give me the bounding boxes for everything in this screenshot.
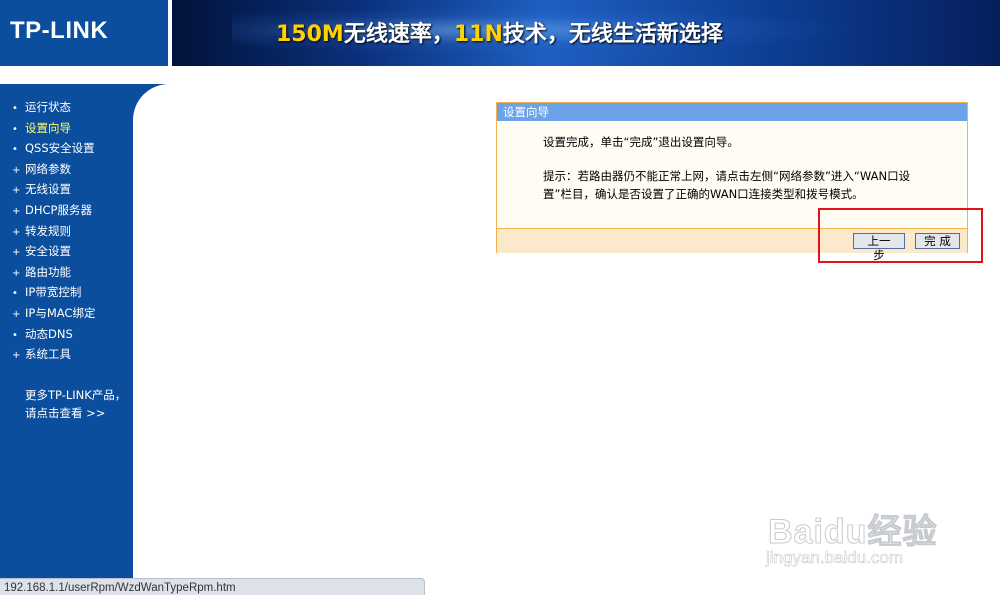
sidebar-item-forwarding[interactable]: + 转发规则 bbox=[12, 221, 95, 242]
sidebar-item-bandwidth[interactable]: • IP带宽控制 bbox=[12, 282, 95, 303]
sidebar-item-label: 安全设置 bbox=[25, 244, 71, 259]
sidebar-item-label: 路由功能 bbox=[25, 264, 71, 279]
plus-icon: + bbox=[12, 226, 21, 238]
header-spacer bbox=[0, 66, 1000, 84]
sidebar-item-label: DHCP服务器 bbox=[25, 202, 92, 217]
sidebar-item-label: IP与MAC绑定 bbox=[25, 305, 96, 320]
watermark-url: jingyan.baidu.com bbox=[766, 548, 904, 568]
sidebar-item-label: 设置向导 bbox=[25, 120, 71, 135]
sidebar-item-qss[interactable]: • QSS安全设置 bbox=[12, 138, 95, 159]
tip-message: 提示：若路由器仍不能正常上网，请点击左侧“网络参数”进入“WAN口设置”栏目，确… bbox=[543, 169, 911, 201]
sidebar-item-security[interactable]: + 安全设置 bbox=[12, 241, 95, 262]
panel-title: 设置向导 bbox=[497, 103, 967, 121]
sidebar-item-label: 网络参数 bbox=[25, 161, 71, 176]
sidebar-item-status[interactable]: • 运行状态 bbox=[12, 97, 95, 118]
sidebar-item-wireless[interactable]: + 无线设置 bbox=[12, 179, 95, 200]
sidebar-item-network[interactable]: + 网络参数 bbox=[12, 159, 95, 180]
plus-icon: + bbox=[12, 164, 21, 176]
watermark-logo: Baidu经验 bbox=[767, 513, 938, 552]
logo-box: TP-LINK bbox=[0, 0, 168, 66]
sidebar-item-label: IP带宽控制 bbox=[25, 285, 82, 300]
highlight-annotation bbox=[818, 208, 983, 263]
header: TP-LINK 150M无线速率，11N技术，无线生活新选择 bbox=[0, 0, 1000, 66]
sidebar-item-ip-mac[interactable]: + IP与MAC绑定 bbox=[12, 303, 95, 324]
banner-part1: 无线速率， bbox=[343, 22, 454, 47]
banner-slogan: 150M无线速率，11N技术，无线生活新选择 bbox=[276, 16, 723, 48]
completion-message: 设置完成，单击“完成”退出设置向导。 bbox=[543, 135, 739, 149]
sidebar-item-routing[interactable]: + 路由功能 bbox=[12, 262, 95, 283]
more-products-link[interactable]: 更多TP-LINK产品， 请点击查看 >> bbox=[25, 386, 126, 422]
bullet-icon: • bbox=[12, 103, 18, 114]
plus-icon: + bbox=[12, 308, 21, 320]
tp-link-logo: TP-LINK bbox=[10, 17, 109, 44]
sidebar-item-label: 动态DNS bbox=[25, 326, 73, 341]
sidebar-item-label: 转发规则 bbox=[25, 223, 71, 238]
more-products-line1: 更多TP-LINK产品， bbox=[25, 388, 127, 402]
sidebar-item-setup-wizard[interactable]: • 设置向导 bbox=[12, 118, 95, 139]
sidebar-item-label: 运行状态 bbox=[25, 100, 71, 114]
baidu-watermark: Baidu经验 jingyan.baidu.com bbox=[760, 480, 960, 580]
sidebar-item-label: QSS安全设置 bbox=[25, 141, 95, 156]
sidebar-item-label: 系统工具 bbox=[25, 347, 71, 362]
bullet-icon: • bbox=[12, 288, 18, 300]
sidebar-item-system-tools[interactable]: + 系统工具 bbox=[12, 344, 95, 365]
sidebar-item-label: 无线设置 bbox=[25, 182, 71, 197]
plus-icon: + bbox=[12, 205, 21, 217]
plus-icon: + bbox=[12, 185, 21, 197]
plus-icon: + bbox=[12, 267, 21, 279]
sidebar-menu: • 运行状态 • 设置向导 • QSS安全设置 + 网络参数 + 无线设置 + DHCP服务… bbox=[12, 97, 95, 365]
bullet-icon: • bbox=[12, 329, 18, 341]
sidebar-item-ddns[interactable]: • 动态DNS bbox=[12, 324, 95, 345]
bullet-icon: • bbox=[12, 144, 18, 156]
banner: 150M无线速率，11N技术，无线生活新选择 bbox=[172, 0, 1000, 66]
banner-part2: 技术，无线生活新选择 bbox=[502, 22, 723, 47]
plus-icon: + bbox=[12, 247, 21, 259]
bullet-icon: • bbox=[12, 123, 18, 135]
sidebar-item-dhcp[interactable]: + DHCP服务器 bbox=[12, 200, 95, 221]
more-products-line2: 请点击查看 >> bbox=[25, 406, 106, 420]
status-bar-url: 192.168.1.1/userRpm/WzdWanTypeRpm.htm bbox=[0, 578, 425, 595]
banner-speed: 150M bbox=[276, 22, 344, 47]
banner-tech: 11N bbox=[453, 22, 503, 47]
plus-icon: + bbox=[12, 350, 21, 362]
